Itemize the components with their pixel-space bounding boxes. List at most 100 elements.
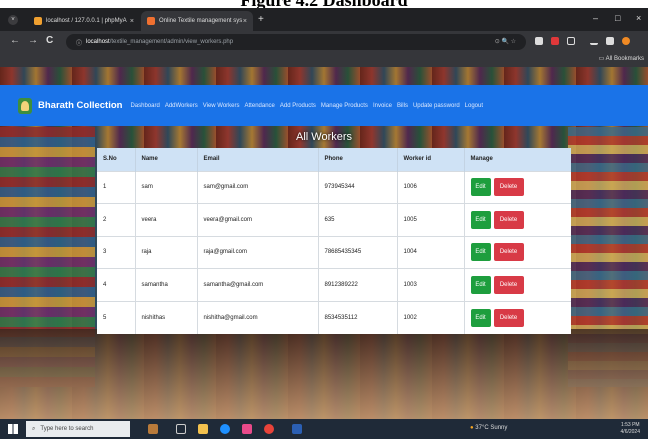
phpmyadmin-favicon-icon (34, 17, 42, 25)
edit-button[interactable]: Edit (470, 243, 491, 262)
search-placeholder: Type here to search (40, 426, 94, 432)
column-header-manage: Manage (464, 148, 571, 171)
download-icon[interactable] (590, 37, 598, 45)
delete-button[interactable]: Delete (493, 210, 524, 229)
maximize-button[interactable]: □ (615, 13, 620, 23)
delete-button[interactable]: Delete (493, 178, 524, 197)
tab-textile-management[interactable]: Online Textile management sys × (141, 11, 253, 31)
cell-email: raja@gmail.com (197, 235, 319, 269)
nav-link-bills[interactable]: Bills (397, 103, 408, 109)
nav-link-invoice[interactable]: Invoice (373, 103, 392, 109)
chrome-browser-icon[interactable] (264, 424, 274, 434)
site-navbar: Bharath Collection Dashboard AddWorkers … (0, 85, 648, 126)
forward-button[interactable]: → (28, 35, 38, 46)
table-row: 4 samantha samantha@gmail.com 8912389222… (97, 268, 571, 302)
cell-name: nishithas (135, 300, 198, 334)
cell-phone: 8912389222 (318, 268, 398, 302)
close-window-button[interactable]: × (636, 13, 641, 23)
minimize-button[interactable]: – (593, 13, 598, 23)
table-row: 2 veera veera@gmail.com 635 1005 Edit Del… (97, 203, 571, 237)
extension-icon[interactable] (551, 37, 559, 45)
cell-email: samantha@gmail.com (197, 268, 319, 302)
cell-sno: 1 (97, 170, 136, 204)
cell-name: veera (135, 203, 198, 237)
delete-button[interactable]: Delete (493, 243, 524, 262)
nav-link-attendance[interactable]: Attendance (245, 103, 275, 109)
file-explorer-icon[interactable] (198, 424, 208, 434)
taskbar-search-input[interactable]: ⌕ Type here to search (26, 421, 130, 437)
cell-sno: 2 (97, 203, 136, 237)
back-button[interactable]: ← (10, 35, 20, 46)
nav-link-manage-products[interactable]: Manage Products (321, 103, 368, 109)
cell-manage: Edit Delete (464, 203, 571, 237)
page-title: All Workers (295, 131, 353, 143)
delete-button[interactable]: Delete (493, 308, 524, 327)
cell-phone: 78685435345 (318, 235, 398, 269)
news-widget-icon[interactable] (148, 424, 158, 434)
extension-icon[interactable] (535, 37, 543, 45)
tab-search-button[interactable]: ˅ (8, 15, 18, 25)
cell-phone: 635 (318, 203, 398, 237)
weather-widget[interactable]: ● 37°C Sunny (470, 425, 507, 431)
reload-button[interactable]: C (46, 35, 53, 46)
cell-phone: 8534535112 (318, 300, 398, 334)
tab-title: Online Textile management sys (159, 18, 243, 24)
table-row: 1 sam sam@gmail.com 973945344 1006 Edit D… (97, 170, 571, 204)
edit-button[interactable]: Edit (470, 276, 491, 295)
column-header-name: Name (135, 148, 198, 171)
omnibox-action-icons[interactable]: ⊙ 🔍 ☆ (495, 38, 516, 45)
cell-manage: Edit Delete (464, 300, 571, 334)
word-icon[interactable] (292, 424, 302, 434)
nav-link-dashboard[interactable]: Dashboard (130, 103, 159, 109)
cell-worker-id: 1005 (397, 203, 465, 237)
site-favicon-icon (147, 17, 155, 25)
table-row: 5 nishithas nishitha@gmail.com 853453511… (97, 300, 571, 334)
address-bar-row: ← → C ⓘ localhost/textile_management/adm… (0, 31, 648, 53)
figure-caption: Figure 4.2 Dashboard (0, 0, 648, 8)
cell-sno: 5 (97, 300, 136, 334)
cell-email: sam@gmail.com (197, 170, 319, 204)
cell-manage: Edit Delete (464, 235, 571, 269)
profile-avatar[interactable] (622, 37, 630, 45)
site-info-icon[interactable]: ⓘ (76, 38, 82, 47)
windows-start-icon[interactable] (8, 424, 18, 434)
folder-icon: ▭ (598, 56, 606, 62)
nav-link-view-workers[interactable]: View Workers (203, 103, 240, 109)
cell-phone: 973945344 (318, 170, 398, 204)
system-clock[interactable]: 1:53 PM 4/6/2024 (621, 422, 640, 436)
cell-worker-id: 1002 (397, 300, 465, 334)
edge-browser-icon[interactable] (220, 424, 230, 434)
tab-close-icon[interactable]: × (243, 18, 247, 25)
tab-phpmyadmin[interactable]: localhost / 127.0.0.1 | phpMyA × (28, 11, 140, 31)
task-view-icon[interactable] (176, 424, 186, 434)
edit-button[interactable]: Edit (470, 178, 491, 197)
delete-button[interactable]: Delete (493, 276, 524, 295)
url-path: /textile_management/admin/view_workers.p… (109, 39, 234, 45)
browser-window: ˅ localhost / 127.0.0.1 | phpMyA × Onlin… (0, 8, 648, 439)
edit-button[interactable]: Edit (470, 308, 491, 327)
cell-sno: 4 (97, 268, 136, 302)
nav-link-update-password[interactable]: Update password (413, 103, 460, 109)
store-icon[interactable] (242, 424, 252, 434)
new-tab-button[interactable]: + (258, 14, 264, 25)
background-floor (0, 329, 648, 419)
sun-icon: ● (470, 425, 474, 431)
cell-manage: Edit Delete (464, 170, 571, 204)
tab-bar: ˅ localhost / 127.0.0.1 | phpMyA × Onlin… (0, 8, 648, 31)
nav-link-add-products[interactable]: Add Products (280, 103, 316, 109)
all-bookmarks-button[interactable]: ▭ All Bookmarks (599, 55, 644, 62)
nav-link-add-workers[interactable]: AddWorkers (165, 103, 198, 109)
clock-time: 1:53 PM (620, 422, 640, 428)
column-header-phone: Phone (318, 148, 398, 171)
extensions-puzzle-icon[interactable] (567, 37, 575, 45)
nav-link-logout[interactable]: Logout (465, 103, 483, 109)
brand-name[interactable]: Bharath Collection (38, 100, 122, 111)
edit-button[interactable]: Edit (470, 210, 491, 229)
column-header-sno: S.No (97, 148, 136, 171)
sidebar-icon[interactable] (606, 37, 614, 45)
cell-worker-id: 1004 (397, 235, 465, 269)
cell-name: raja (135, 235, 198, 269)
tab-close-icon[interactable]: × (130, 18, 134, 25)
url-input[interactable]: ⓘ localhost/textile_management/admin/vie… (66, 34, 526, 50)
cell-email: veera@gmail.com (197, 203, 319, 237)
